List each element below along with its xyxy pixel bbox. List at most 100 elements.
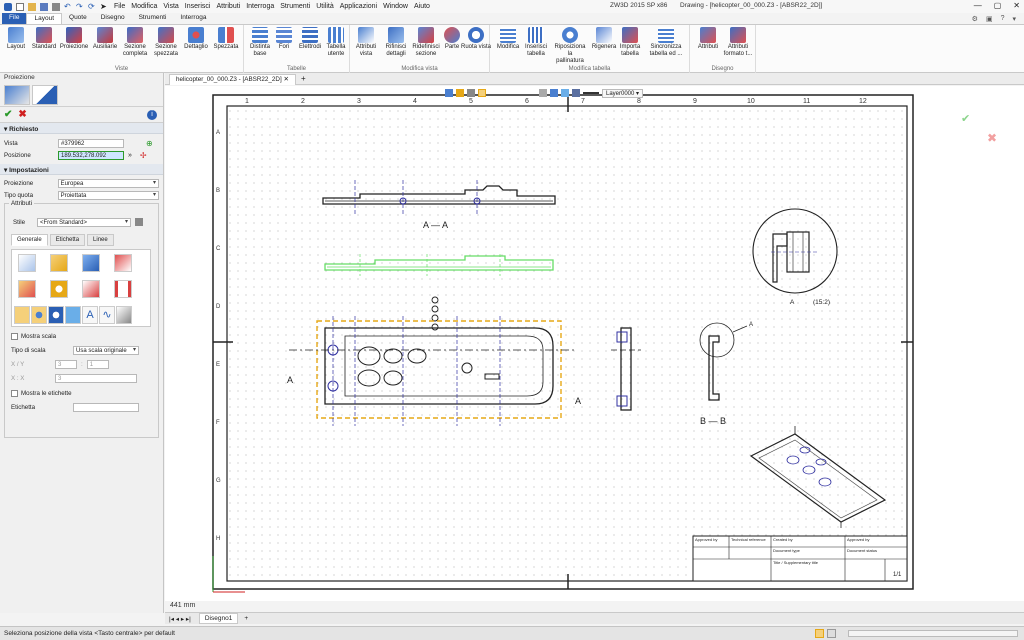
auxiliary-button[interactable]: Ausiliarie <box>89 27 121 51</box>
drawing-canvas[interactable]: 1 2 3 4 5 6 7 8 9 10 11 12 A B C D E F G… <box>165 86 1024 601</box>
close-icon[interactable]: ✕ <box>1013 1 1020 10</box>
select-icon[interactable] <box>478 89 486 97</box>
threads-icon[interactable] <box>50 280 68 298</box>
grid-icon[interactable] <box>539 89 547 97</box>
menu-vista[interactable]: Vista <box>163 3 178 10</box>
mostra-scala-checkbox[interactable] <box>11 332 18 340</box>
text-icon[interactable]: A <box>82 306 98 324</box>
help-icon[interactable]: ? <box>1001 15 1005 23</box>
gear-icon[interactable]: ⚙ <box>972 15 978 23</box>
document-tab[interactable]: helicopter_00_000.Z3 - [ABSR22_2D] ✕ <box>169 74 296 85</box>
xy-value-2[interactable]: 1 <box>86 359 109 369</box>
tab-3d-view[interactable] <box>4 85 30 105</box>
hidden-line-icon[interactable] <box>50 254 68 272</box>
filter-icon[interactable] <box>445 89 453 97</box>
proiezione-select[interactable]: Europea <box>57 178 159 188</box>
sheet-nav-icon[interactable]: |◂ ◂ ▸ ▸| <box>169 615 191 623</box>
pick-view-icon[interactable]: ⊕ <box>146 139 153 148</box>
menu-applicazioni[interactable]: Applicazioni <box>340 3 377 10</box>
tangent-edges-icon[interactable] <box>18 280 36 298</box>
refine-details-button[interactable]: Rifinisci dettagli <box>380 27 412 58</box>
tipo-scala-select[interactable]: Usa scala originale <box>73 345 139 355</box>
double-chevron-icon[interactable]: » <box>128 152 132 159</box>
tab-layout[interactable]: Layout <box>26 13 63 24</box>
menu-strumenti[interactable]: Strumenti <box>280 3 310 10</box>
tab-disegno[interactable]: Disegno <box>94 13 132 24</box>
point-options-icon[interactable]: ✢ <box>140 151 147 160</box>
minimize-icon[interactable]: — <box>974 1 982 10</box>
tab-strumenti[interactable]: Strumenti <box>132 13 174 24</box>
vista-field[interactable]: #379962 <box>58 138 124 148</box>
menu-inserisci[interactable]: Inserisci <box>185 3 211 10</box>
wireframe-icon[interactable] <box>18 254 36 272</box>
tab-interroga[interactable]: Interroga <box>173 13 213 24</box>
minimize-ribbon-icon[interactable]: ▾ <box>1012 15 1016 23</box>
tab-file[interactable]: File <box>2 13 27 24</box>
full-section-button[interactable]: Sezione completa <box>119 27 151 58</box>
menu-window[interactable]: Window <box>383 3 408 10</box>
menu-utilita[interactable]: Utilità <box>316 3 334 10</box>
subtab-linee[interactable]: Linee <box>87 234 114 246</box>
mostra-scala-row[interactable]: Mostra scala <box>7 330 60 342</box>
hole-icon[interactable] <box>48 306 64 324</box>
close-tab-icon[interactable]: ✕ <box>283 76 288 83</box>
centerline-icon[interactable] <box>14 306 30 324</box>
cancel-icon[interactable]: ✖ <box>18 109 26 120</box>
info-icon[interactable]: i <box>147 110 157 120</box>
menu-interroga[interactable]: Interroga <box>246 3 274 10</box>
new-icon[interactable] <box>16 2 24 11</box>
format-attributes-button[interactable]: Attributi formato t... <box>722 27 754 58</box>
dimension-icon[interactable] <box>114 280 132 298</box>
open-icon[interactable] <box>28 2 36 11</box>
subtab-etichetta[interactable]: Etichetta <box>49 234 86 246</box>
tab-projection[interactable] <box>32 85 58 105</box>
broken-section-button[interactable]: Sezione spezzata <box>150 27 182 58</box>
reposition-balloons-button[interactable]: Riposiziona la pallinatura <box>554 27 586 65</box>
maximize-icon[interactable]: ▢ <box>994 1 1002 10</box>
view-icon[interactable]: ▣ <box>986 15 993 23</box>
mostra-etichette-row[interactable]: Mostra le etichette <box>7 387 76 399</box>
canvas-cancel-icon[interactable]: ✖ <box>987 131 997 145</box>
broken-button[interactable]: Spezzata <box>210 27 242 51</box>
ok-icon[interactable]: ✔ <box>4 109 12 120</box>
add-sheet-icon[interactable]: + <box>244 615 248 622</box>
display-icon[interactable] <box>550 89 558 97</box>
detail-button[interactable]: Dettaglio <box>180 27 212 51</box>
rotate-view-button[interactable]: Ruota vista <box>460 27 492 51</box>
menu-modifica[interactable]: Modifica <box>131 3 157 10</box>
status-grid-icon[interactable] <box>827 629 836 638</box>
layer-select[interactable]: Layer0000 ▾ <box>602 88 644 98</box>
attributes-button[interactable]: Attributi <box>692 27 724 51</box>
line-style-icon[interactable] <box>583 92 599 94</box>
xy-value-1[interactable]: 3 <box>55 359 77 369</box>
etichetta-field[interactable] <box>73 402 139 412</box>
standard-button[interactable]: Standard <box>28 27 60 51</box>
undo-icon[interactable]: ↶ <box>64 2 72 11</box>
import-table-button[interactable]: Importa tabella <box>614 27 646 58</box>
sketch-icon[interactable] <box>82 280 100 298</box>
sheet-tab-disegno1[interactable]: Disegno1 <box>198 613 239 624</box>
arrow-select-icon[interactable]: ➤ <box>100 2 108 11</box>
redo-icon[interactable]: ↷ <box>76 2 84 11</box>
curve-icon[interactable]: ∿ <box>99 306 115 324</box>
projection-button[interactable]: Proiezione <box>58 27 90 51</box>
save-icon[interactable] <box>40 2 48 11</box>
posizione-field[interactable]: 189.532,278.092 <box>58 150 124 160</box>
center-mark-icon[interactable] <box>31 306 47 324</box>
tipo-quota-select[interactable]: Proiettata <box>57 190 159 200</box>
refresh-icon[interactable]: ⟳ <box>88 2 96 11</box>
section-required[interactable]: ▾ Richiesto <box>0 123 163 134</box>
surface-icon[interactable] <box>116 306 132 324</box>
snap-icon[interactable] <box>456 89 464 97</box>
tab-quote[interactable]: Quote <box>62 13 94 24</box>
mostra-etichette-checkbox[interactable] <box>11 389 18 397</box>
section-settings[interactable]: ▾ Impostazioni <box>0 164 163 175</box>
subtab-generale[interactable]: Generale <box>11 234 48 246</box>
print-icon[interactable] <box>52 2 60 11</box>
status-tool-icon[interactable] <box>815 629 824 638</box>
insert-table-button[interactable]: Inserisci tabella <box>520 27 552 58</box>
menu-aiuto[interactable]: Aiuto <box>414 3 430 10</box>
view-attributes-button[interactable]: Attributi vista <box>350 27 382 58</box>
color-icon[interactable] <box>572 89 580 97</box>
save-style-icon[interactable] <box>135 218 143 226</box>
